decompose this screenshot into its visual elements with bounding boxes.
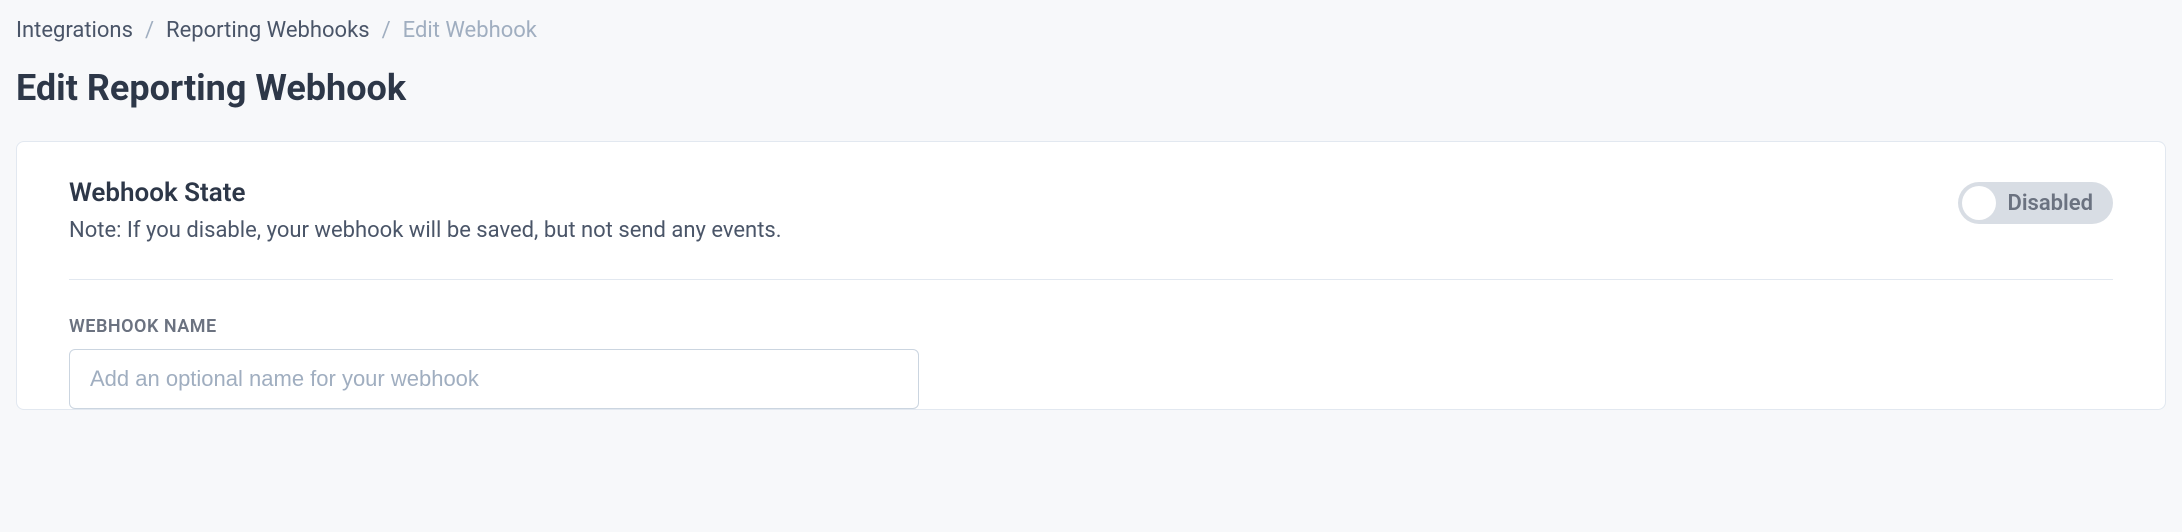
webhook-state-row: Webhook State Note: If you disable, your… — [69, 178, 2113, 243]
webhook-name-input[interactable] — [69, 349, 919, 409]
webhook-state-heading: Webhook State — [69, 178, 782, 208]
breadcrumb-link-integrations[interactable]: Integrations — [16, 18, 133, 43]
toggle-label: Disabled — [2008, 191, 2094, 216]
breadcrumb-separator: / — [382, 18, 391, 43]
page-title: Edit Reporting Webhook — [16, 67, 2166, 109]
webhook-state-note: Note: If you disable, your webhook will … — [69, 218, 782, 243]
breadcrumb-separator: / — [145, 18, 154, 43]
webhook-form-card: Webhook State Note: If you disable, your… — [16, 141, 2166, 410]
toggle-knob-icon — [1962, 186, 1996, 220]
breadcrumb-link-reporting-webhooks[interactable]: Reporting Webhooks — [166, 18, 370, 43]
divider — [69, 279, 2113, 280]
webhook-name-label: WEBHOOK NAME — [69, 316, 2113, 337]
breadcrumb-current: Edit Webhook — [403, 18, 537, 43]
webhook-name-field: WEBHOOK NAME — [69, 316, 2113, 409]
breadcrumb: Integrations / Reporting Webhooks / Edit… — [16, 18, 2166, 43]
webhook-state-toggle[interactable]: Disabled — [1958, 182, 2114, 224]
webhook-state-text: Webhook State Note: If you disable, your… — [69, 178, 782, 243]
